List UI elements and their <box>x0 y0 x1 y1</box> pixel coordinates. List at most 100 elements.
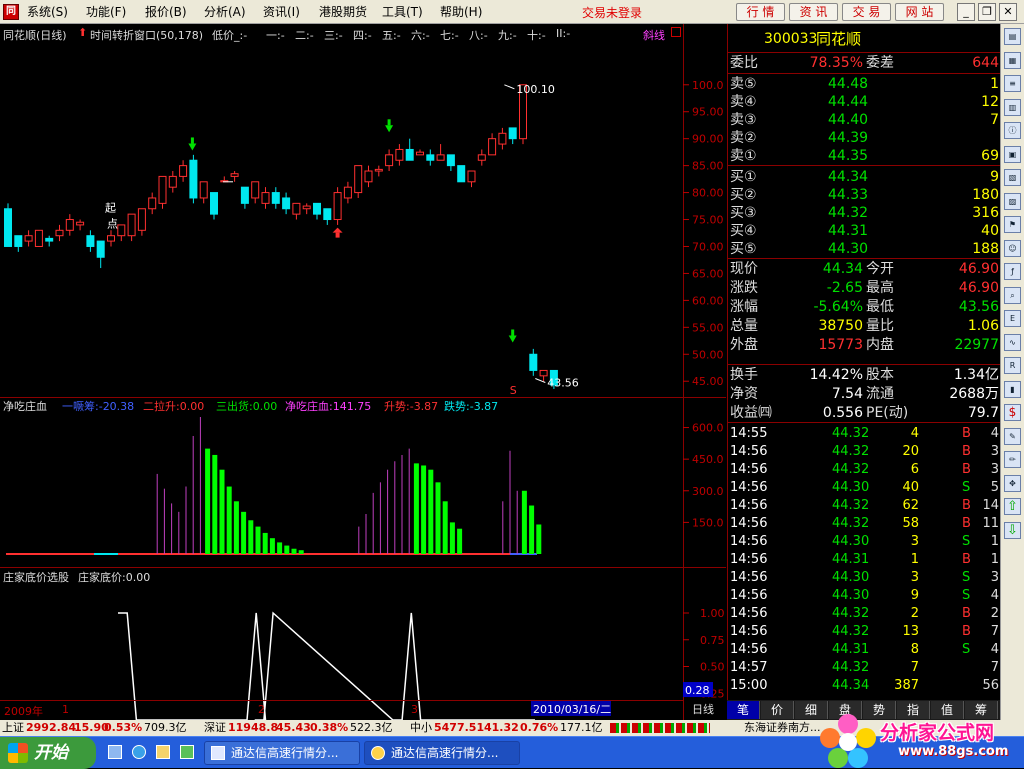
tick-count: 4 <box>990 588 999 603</box>
candle <box>251 181 260 204</box>
task-item-2[interactable]: 通达信高速行情分... <box>364 741 520 765</box>
trade-button[interactable]: 交 易 <box>842 3 891 21</box>
grid-icon[interactable]: ▥ <box>1004 98 1021 116</box>
price-tick-label: 100.0 <box>692 79 724 92</box>
people-icon[interactable]: ☺ <box>1004 239 1021 257</box>
tick-time: 14:57 <box>730 660 768 675</box>
bottom-chart[interactable]: 1.000.750.500.250.28 <box>0 567 726 720</box>
restore-icon[interactable]: ❐ <box>978 3 996 21</box>
flag-icon[interactable]: ⚑ <box>1004 216 1021 233</box>
green-bar <box>413 463 419 554</box>
weicha-label: 委差 <box>866 55 894 71</box>
quote-divider <box>728 422 1001 423</box>
candle-body <box>282 197 291 210</box>
detail-icon[interactable]: ▣ <box>1004 145 1021 163</box>
low-price-label: 43.56 <box>547 377 579 390</box>
buy-level-label: 买⑤ <box>730 241 757 257</box>
sell-arrow-icon <box>385 119 394 133</box>
sell-volume: 12 <box>981 94 999 110</box>
stat-value: 46.90 <box>958 261 999 277</box>
quicklaunch-folder-icon[interactable] <box>156 745 170 759</box>
tick-time: 14:56 <box>730 642 768 657</box>
menu-system[interactable]: 系统(S) <box>27 4 68 20</box>
sell-price: 44.44 <box>828 94 869 110</box>
price-chart[interactable]: 100.0 95.00 90.00 85.00 80.00 75.00 70.00 65.00… <box>0 24 726 397</box>
pencil-icon[interactable]: ✏ <box>1004 451 1021 468</box>
menu-info[interactable]: 资讯(I) <box>263 4 300 20</box>
up-icon[interactable]: ⇧ <box>1004 498 1021 515</box>
candle <box>261 187 270 209</box>
candle <box>199 181 208 204</box>
news-icon[interactable]: ▨ <box>1004 192 1021 210</box>
tick-side: B <box>962 516 971 531</box>
menu-hk-futures[interactable]: 港股期货 <box>319 4 367 20</box>
stat-value: 22977 <box>954 337 999 353</box>
list-icon[interactable]: ≡ <box>1004 75 1021 92</box>
volume-chart[interactable]: 600.0 450.0 300.0 150.0 <box>0 397 726 567</box>
candle <box>539 369 548 382</box>
move-icon[interactable]: ✥ <box>1004 474 1021 492</box>
quicklaunch-ie-icon[interactable] <box>132 745 146 759</box>
candle-body <box>107 235 115 242</box>
quote-tab[interactable]: 价 <box>761 701 794 719</box>
price-tick-label: 95.00 <box>692 106 724 119</box>
sell-volume: 69 <box>981 148 999 164</box>
index-field: 上证 <box>2 721 24 734</box>
quote-divider <box>728 73 1001 74</box>
info-icon[interactable]: ⓘ <box>1004 122 1021 139</box>
menu-tools[interactable]: 工具(T) <box>382 4 423 20</box>
candle <box>302 203 311 215</box>
task-item-1[interactable]: 通达信高速行情分... <box>204 741 360 765</box>
stats-row: 涨幅 -5.64% 最低 43.56 <box>728 298 1001 316</box>
down-icon[interactable]: ⇩ <box>1004 521 1021 539</box>
etf-icon[interactable]: E <box>1004 310 1021 327</box>
kline-icon[interactable]: ▮ <box>1004 380 1021 398</box>
buy-price: 44.32 <box>828 205 869 221</box>
menu-quote[interactable]: 报价(B) <box>145 4 187 20</box>
chart-icon[interactable]: ▤ <box>1004 28 1021 45</box>
zoom-icon[interactable]: ⌕ <box>1004 286 1021 304</box>
stats-row: 总量 38750 量比 1.06 <box>728 317 1001 335</box>
price-tick-label: 90.00 <box>692 133 724 146</box>
tick-price: 44.30 <box>832 588 870 603</box>
quote-tab[interactable]: 笔 <box>727 701 760 719</box>
start-button[interactable]: 开始 <box>0 737 96 769</box>
doc-icon[interactable]: ▧ <box>1004 169 1021 186</box>
app-icon[interactable]: 同 <box>3 4 19 20</box>
menu-help[interactable]: 帮助(H) <box>440 4 482 20</box>
minimize-icon[interactable]: _ <box>957 3 975 21</box>
quote-panel: 300033 同花顺 委比 78.35% 委差 644 卖⑤ 44.48 1 卖④ 44… <box>727 24 1001 720</box>
green-bar <box>205 448 211 554</box>
orderbook-sell-row: 卖② 44.39 <box>728 129 1001 147</box>
brush-icon[interactable]: ✎ <box>1004 427 1021 445</box>
buy-volume: 180 <box>972 187 999 203</box>
menu-function[interactable]: 功能(F) <box>86 4 126 20</box>
green-bar <box>442 501 448 554</box>
indicator-icon[interactable]: ∿ <box>1004 333 1021 351</box>
chart-area[interactable]: 同花顺(日线) ⬆ 时间转折窗口(50,178) 低价_:- 一:- 二:- 三:-… <box>0 24 726 720</box>
tick-side: B <box>962 552 971 567</box>
start-label-1: 起 <box>105 201 116 214</box>
period-label[interactable]: 日线 <box>692 701 714 717</box>
news-button[interactable]: 资 讯 <box>789 3 838 21</box>
index-field: 中小 <box>410 721 432 734</box>
tick-count: 3 <box>990 462 999 477</box>
quicklaunch-app-icon[interactable] <box>180 745 194 759</box>
tick-time: 14:55 <box>730 426 768 441</box>
quicklaunch-desktop-icon[interactable] <box>108 745 122 759</box>
tick-time: 14:56 <box>730 444 768 459</box>
market-button[interactable]: 行 情 <box>736 3 785 21</box>
stat-label: 现价 <box>730 261 758 277</box>
tick-price: 44.30 <box>832 480 870 495</box>
close-icon[interactable]: ✕ <box>999 3 1017 21</box>
money-icon[interactable]: $ <box>1004 404 1021 421</box>
vol-tick-label: 300.0 <box>692 485 724 498</box>
rsi-icon[interactable]: R <box>1004 357 1021 374</box>
candle <box>14 235 23 252</box>
website-button[interactable]: 网 站 <box>895 3 944 21</box>
fn-icon[interactable]: ƒ <box>1004 263 1021 280</box>
low-tick-label: 0.50 <box>700 661 725 674</box>
table-icon[interactable]: ▦ <box>1004 51 1021 69</box>
menu-analysis[interactable]: 分析(A) <box>204 4 246 20</box>
price-tick-label: 80.00 <box>692 187 724 200</box>
